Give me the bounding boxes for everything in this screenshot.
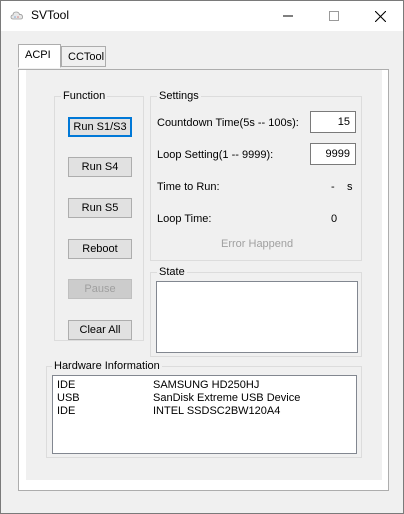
app-window: SVTool ACPI CCTool Function Run S1/S3 Ru… xyxy=(0,0,404,514)
loop-time-label: Loop Time: xyxy=(157,213,212,225)
cloud-icon xyxy=(10,9,24,23)
settings-group-title: Settings xyxy=(157,90,201,102)
countdown-input[interactable]: 15 xyxy=(310,111,356,133)
hardware-device: INTEL SSDSC2BW120A4 xyxy=(153,405,281,417)
hardware-device: SAMSUNG HD250HJ xyxy=(153,379,260,391)
minimize-icon xyxy=(283,11,293,21)
maximize-button[interactable] xyxy=(311,1,357,31)
maximize-icon xyxy=(329,11,339,21)
state-group-title: State xyxy=(157,266,187,278)
hardware-list[interactable]: IDE SAMSUNG HD250HJ USB SanDisk Extreme … xyxy=(52,375,357,454)
run-s5-button[interactable]: Run S5 xyxy=(68,198,132,218)
minimize-button[interactable] xyxy=(265,1,311,31)
tab-cctool[interactable]: CCTool xyxy=(61,46,106,67)
state-group: State xyxy=(150,266,362,357)
close-button[interactable] xyxy=(357,1,403,31)
hardware-group-title: Hardware Information xyxy=(52,360,162,372)
panel-content: Function Run S1/S3 Run S4 Run S5 Reboot … xyxy=(26,70,382,480)
loop-time-value: 0 xyxy=(331,213,338,225)
run-s1-s3-button[interactable]: Run S1/S3 xyxy=(68,117,132,137)
window-title: SVTool xyxy=(31,8,70,22)
hardware-type: IDE xyxy=(57,405,76,417)
hardware-device: SanDisk Extreme USB Device xyxy=(153,392,301,404)
hardware-row[interactable]: IDE SAMSUNG HD250HJ xyxy=(53,379,356,392)
error-status-text: Error Happend xyxy=(221,238,294,250)
time-to-run-value: - xyxy=(331,181,335,193)
title-bar[interactable]: SVTool xyxy=(1,1,403,31)
loop-setting-label: Loop Setting(1 -- 9999): xyxy=(157,149,274,161)
hardware-type: USB xyxy=(57,392,80,404)
time-to-run-label: Time to Run: xyxy=(157,181,220,193)
settings-group: Settings Countdown Time(5s -- 100s): 15 … xyxy=(150,90,362,261)
loop-setting-input[interactable]: 9999 xyxy=(310,143,356,165)
time-to-run-unit: s xyxy=(347,181,353,193)
clear-all-button[interactable]: Clear All xyxy=(68,320,132,340)
function-group: Function Run S1/S3 Run S4 Run S5 Reboot … xyxy=(54,90,144,341)
run-s4-button[interactable]: Run S4 xyxy=(68,157,132,177)
pause-button: Pause xyxy=(68,279,132,299)
state-text-area[interactable] xyxy=(156,281,358,353)
countdown-label: Countdown Time(5s -- 100s): xyxy=(157,117,299,129)
tab-acpi[interactable]: ACPI xyxy=(18,44,61,68)
hardware-row[interactable]: IDE INTEL SSDSC2BW120A4 xyxy=(53,405,356,418)
reboot-button[interactable]: Reboot xyxy=(68,239,132,259)
tab-panel-acpi: Function Run S1/S3 Run S4 Run S5 Reboot … xyxy=(18,69,389,491)
function-group-title: Function xyxy=(61,90,108,102)
hardware-group: Hardware Information IDE SAMSUNG HD250HJ… xyxy=(46,360,362,458)
hardware-row[interactable]: USB SanDisk Extreme USB Device xyxy=(53,392,356,405)
hardware-type: IDE xyxy=(57,379,76,391)
close-icon xyxy=(374,10,386,22)
